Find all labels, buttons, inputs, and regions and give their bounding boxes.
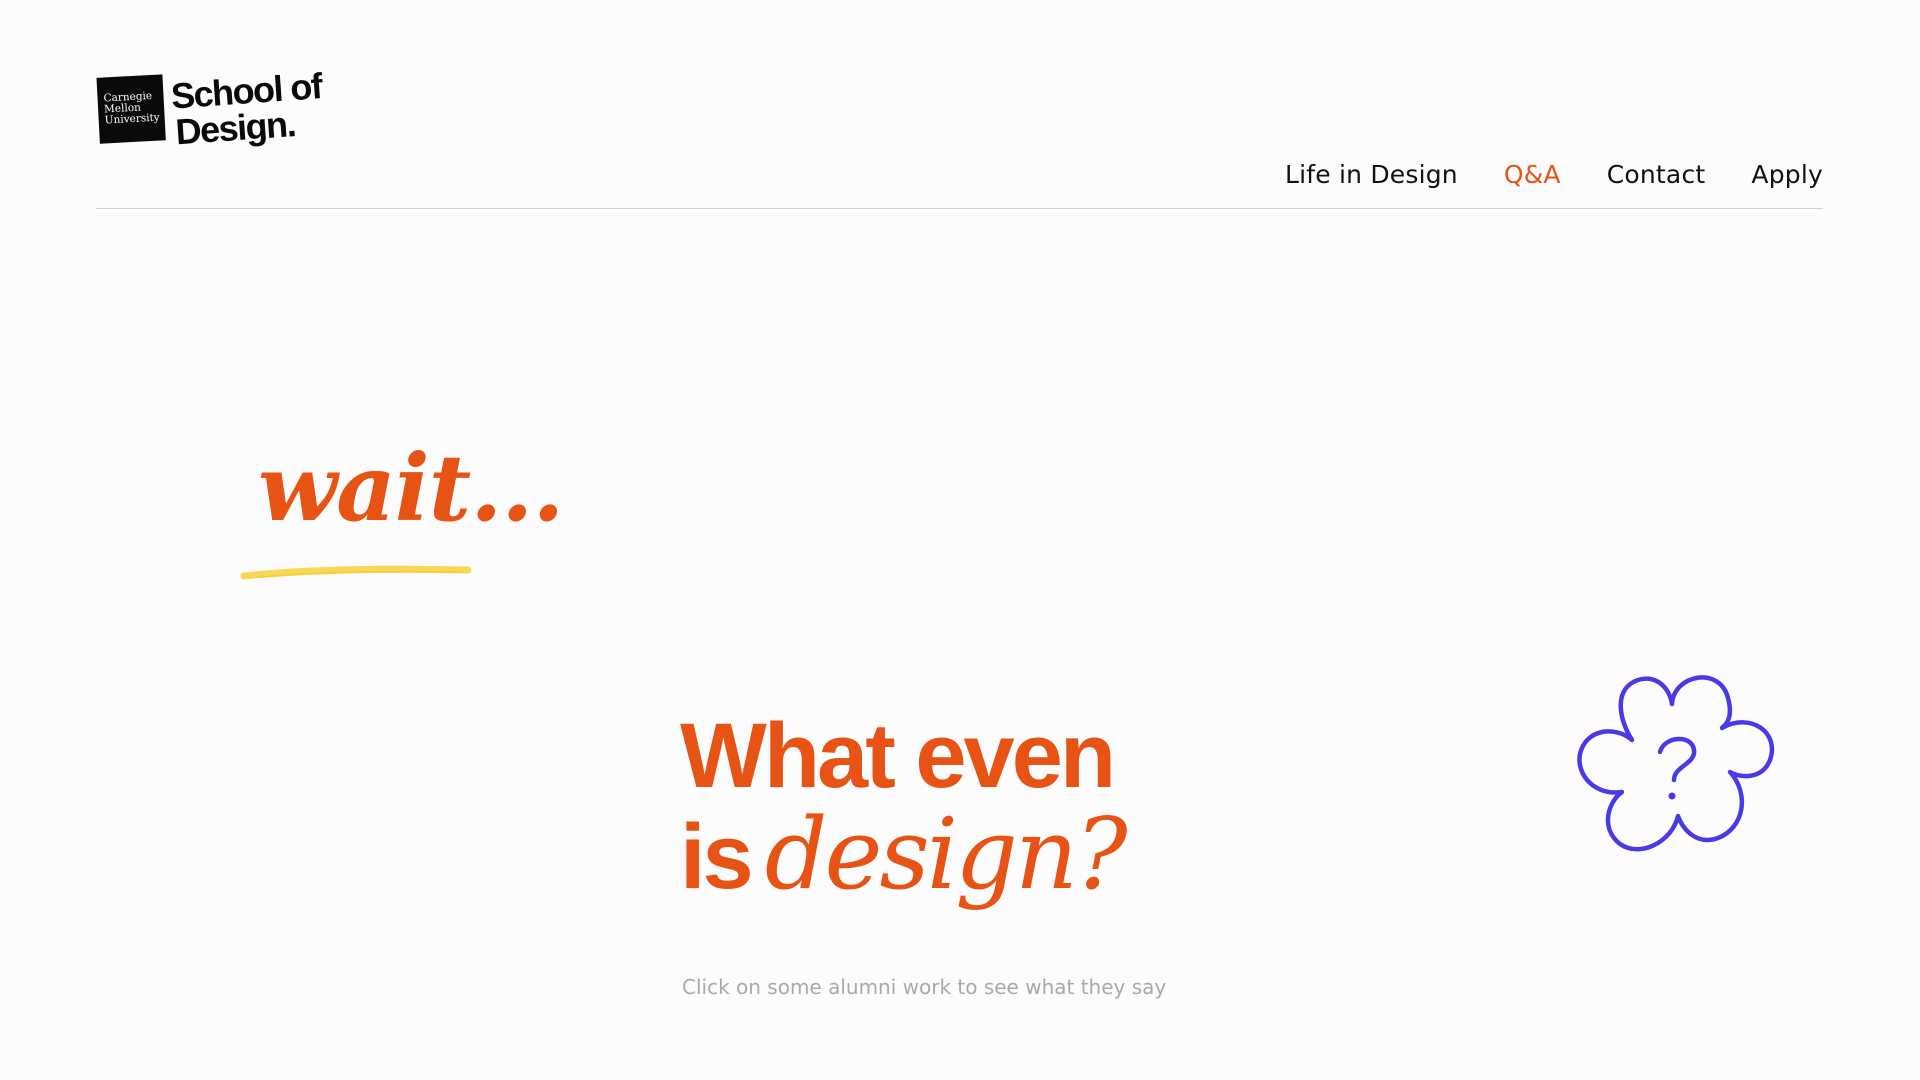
headline-line-2: is design? [680,806,1127,904]
header-divider [96,208,1823,209]
logo-graphic: Carnegie Mellon University School of Des… [96,65,325,152]
headline-line-1: What even [680,705,1116,807]
nav-qa[interactable]: Q&A [1504,160,1561,189]
nav-life-in-design[interactable]: Life in Design [1285,160,1458,189]
main-nav: Life in Design Q&A Contact Apply [1285,160,1823,189]
yellow-underline-icon [240,565,472,580]
headline-is-word: is [680,806,754,908]
hero-headline: What even is design? [680,705,1127,904]
wait-heading: wait... [258,434,564,542]
nav-apply[interactable]: Apply [1751,160,1823,189]
flower-question-icon [1577,675,1775,852]
page: Carnegie Mellon University School of Des… [0,0,1920,1080]
logo-wordmark-line-2: Design. [174,103,296,148]
hero-subtext: Click on some alumni work to see what th… [682,975,1167,999]
cmu-school-of-design-logo[interactable]: Carnegie Mellon University School of Des… [96,56,356,152]
headline-design-word: design? [764,798,1128,912]
nav-contact[interactable]: Contact [1607,160,1706,189]
